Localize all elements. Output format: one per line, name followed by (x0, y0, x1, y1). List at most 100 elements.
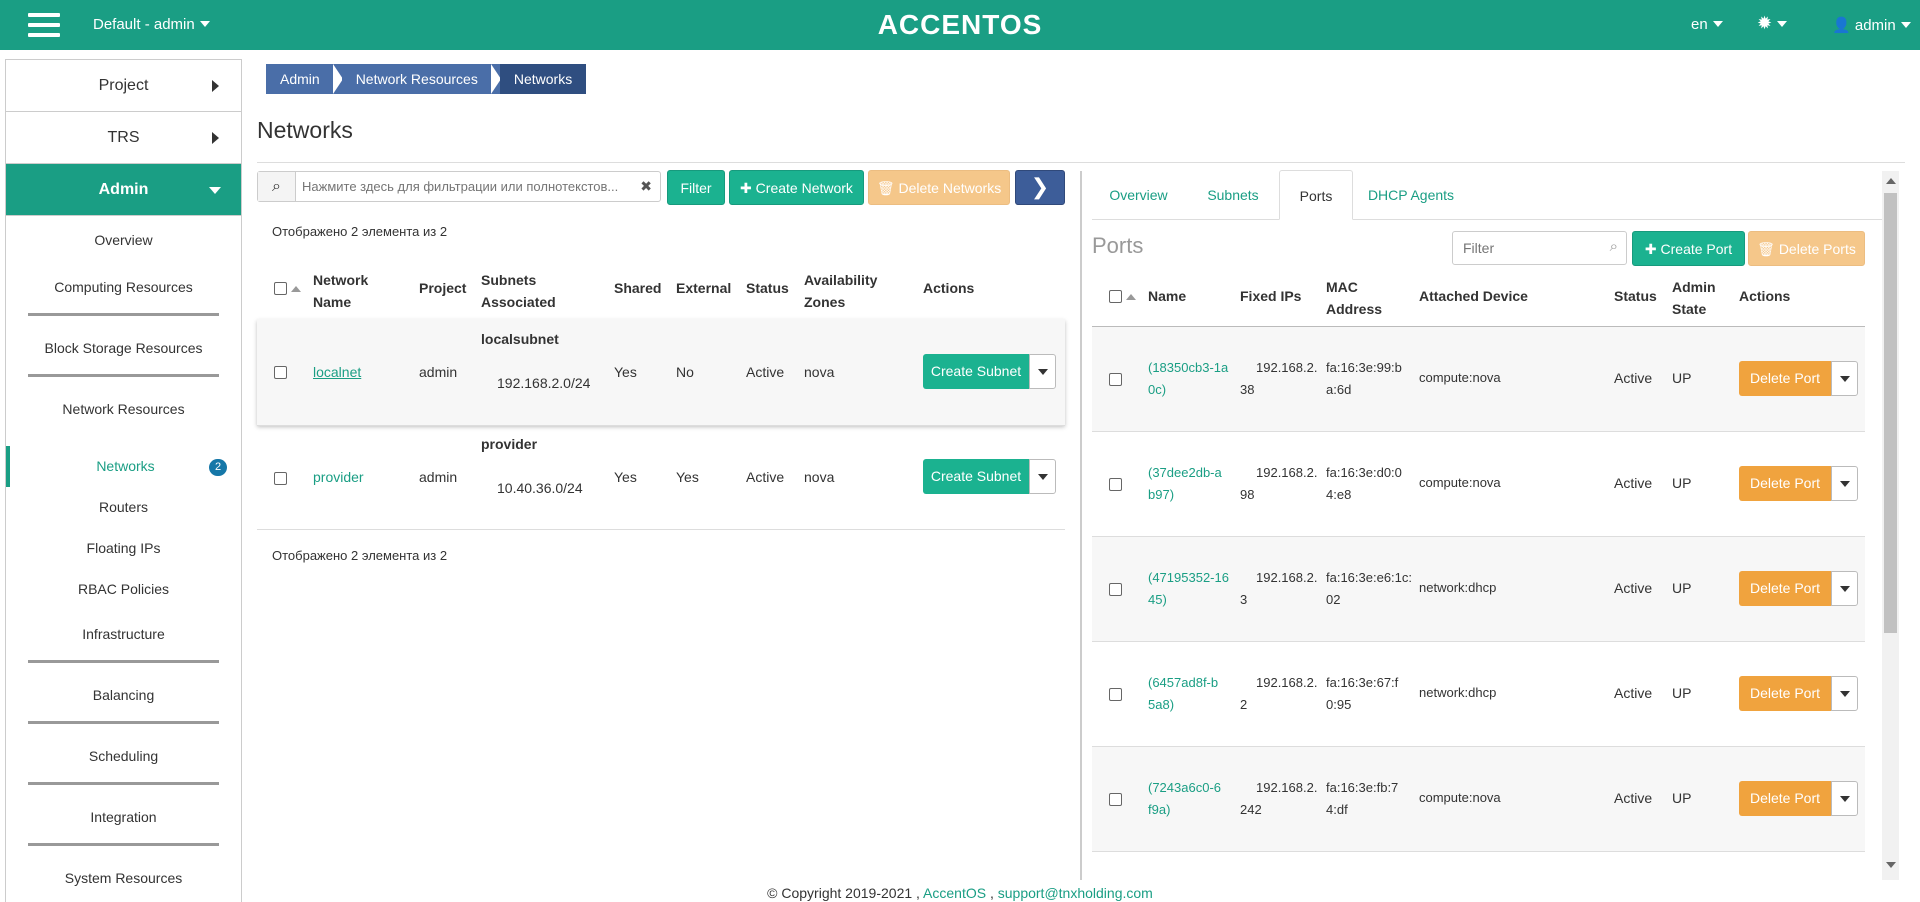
sidebar-item-integration[interactable]: Integration (6, 793, 241, 854)
column-header-shared[interactable]: Shared (614, 280, 661, 296)
port-name-link[interactable]: (6457ad8f-b 5a8) (1148, 672, 1218, 716)
row-checkbox[interactable] (1109, 583, 1122, 596)
theme-dropdown[interactable]: ✹ (1757, 13, 1788, 34)
column-header-fixed-ips[interactable]: Fixed IPs (1240, 288, 1301, 304)
row-checkbox[interactable] (1109, 373, 1122, 386)
tab-ports[interactable]: Ports (1279, 170, 1353, 220)
column-header-admin-state[interactable]: Admin State (1672, 276, 1716, 320)
search-box: ⌕ ✖ (257, 171, 661, 202)
trash-icon: 🗑 (876, 180, 899, 196)
status-cell: Active (746, 469, 785, 485)
create-network-button[interactable]: ✚ Create Network (729, 170, 864, 205)
sidebar-item-trs[interactable]: TRS (6, 112, 241, 164)
create-subnet-button[interactable]: Create Subnet (923, 459, 1029, 494)
row-actions-dropdown[interactable] (1831, 781, 1858, 816)
plus-icon: ✚ (740, 180, 756, 196)
create-port-label: Create Port (1660, 241, 1733, 257)
scroll-down-icon[interactable] (1886, 862, 1896, 868)
top-bar: Default - admin ACCENTOS en ✹ 👤 admin (0, 0, 1920, 50)
close-icon[interactable]: ✖ (640, 178, 652, 195)
row-actions-dropdown[interactable] (1029, 354, 1056, 389)
sidebar-item-rbac-policies[interactable]: RBAC Policies (6, 569, 241, 610)
sidebar-item-networks[interactable]: Networks 2 (6, 446, 241, 487)
row-actions-dropdown[interactable] (1831, 466, 1858, 501)
sidebar-item-infrastructure[interactable]: Infrastructure (6, 610, 241, 671)
search-icon[interactable]: ⌕ (1610, 238, 1618, 255)
sidebar-item-project[interactable]: Project (6, 60, 241, 112)
name-line: (18350cb3-1a (1148, 360, 1229, 375)
sidebar-item-floating-ips[interactable]: Floating IPs (6, 528, 241, 569)
sidebar-item-label: Networks (96, 458, 155, 474)
ports-filter-input[interactable] (1463, 240, 1593, 256)
create-subnet-button[interactable]: Create Subnet (923, 354, 1029, 389)
row-checkbox[interactable] (274, 366, 287, 379)
row-checkbox[interactable] (1109, 478, 1122, 491)
support-email-link[interactable]: support@tnxholding.com (998, 885, 1153, 901)
row-actions-dropdown[interactable] (1831, 676, 1858, 711)
column-header-device[interactable]: Attached Device (1419, 288, 1528, 304)
delete-port-button[interactable]: Delete Port (1739, 781, 1831, 816)
port-name-link[interactable]: (18350cb3-1a 0c) (1148, 357, 1228, 401)
port-name-link[interactable]: (37dee2db-a b97) (1148, 462, 1222, 506)
search-input[interactable] (302, 177, 628, 196)
delete-networks-button[interactable]: 🗑 Delete Networks (868, 170, 1010, 205)
sort-icon[interactable] (1126, 294, 1136, 300)
tab-dhcp-agents[interactable]: DHCP Agents (1356, 170, 1466, 220)
sidebar-item-overview[interactable]: Overview (6, 216, 241, 263)
breadcrumb-admin[interactable]: Admin (266, 64, 343, 94)
column-header-subnets[interactable]: Subnets Associated (481, 269, 556, 313)
sidebar-item-network-resources[interactable]: Network Resources (6, 385, 241, 446)
sidebar-item-block-storage[interactable]: Block Storage Resources (6, 324, 241, 385)
device-cell: network:dhcp (1419, 580, 1497, 595)
delete-port-button[interactable]: Delete Port (1739, 466, 1831, 501)
row-actions-dropdown[interactable] (1029, 459, 1056, 494)
select-all-checkbox[interactable] (274, 282, 287, 295)
tab-overview[interactable]: Overview (1092, 170, 1185, 220)
column-header-name[interactable]: Name (1148, 288, 1186, 304)
search-icon[interactable]: ⌕ (258, 172, 296, 201)
user-dropdown[interactable]: 👤 admin (1832, 16, 1911, 34)
tab-subnets[interactable]: Subnets (1188, 170, 1278, 220)
row-checkbox[interactable] (1109, 688, 1122, 701)
row-checkbox[interactable] (1109, 793, 1122, 806)
column-header-name[interactable]: Network Name (313, 269, 368, 313)
select-all-checkbox[interactable] (1109, 290, 1122, 303)
sidebar-item-routers[interactable]: Routers (6, 487, 241, 528)
column-header-mac[interactable]: MAC Address (1326, 276, 1382, 320)
sidebar-item-computing-resources[interactable]: Computing Resources (6, 263, 241, 324)
delete-port-button[interactable]: Delete Port (1739, 571, 1831, 606)
admin-state-cell: UP (1672, 790, 1692, 806)
scroll-up-icon[interactable] (1886, 178, 1896, 184)
breadcrumb-network-resources[interactable]: Network Resources (341, 64, 501, 94)
delete-ports-button[interactable]: 🗑 Delete Ports (1748, 231, 1865, 266)
sidebar-item-label: System Resources (64, 870, 183, 886)
delete-port-button[interactable]: Delete Port (1739, 361, 1831, 396)
divider (257, 425, 1065, 426)
column-header-az[interactable]: Availability Zones (804, 269, 877, 313)
column-header-status[interactable]: Status (746, 280, 789, 296)
row-actions-dropdown[interactable] (1831, 361, 1858, 396)
port-name-link[interactable]: (7243a6c0-6 f9a) (1148, 777, 1221, 821)
column-header-project[interactable]: Project (419, 280, 466, 296)
create-port-button[interactable]: ✚ Create Port (1632, 231, 1745, 266)
sidebar-item-scheduling[interactable]: Scheduling (6, 732, 241, 793)
language-dropdown[interactable]: en (1691, 16, 1723, 33)
row-checkbox[interactable] (274, 472, 287, 485)
network-name-link[interactable]: provider (313, 469, 364, 485)
port-name-link[interactable]: (47195352-16 45) (1148, 567, 1229, 611)
sidebar-item-admin[interactable]: Admin (6, 164, 241, 216)
row-actions-dropdown[interactable] (1831, 571, 1858, 606)
network-name-link[interactable]: localnet (313, 364, 361, 380)
project-context-dropdown[interactable]: Default - admin (93, 16, 210, 33)
column-header-status[interactable]: Status (1614, 288, 1657, 304)
expand-panel-button[interactable]: ❯ (1015, 170, 1065, 205)
delete-port-button[interactable]: Delete Port (1739, 676, 1831, 711)
column-header-external[interactable]: External (676, 280, 731, 296)
menu-icon[interactable] (28, 13, 60, 37)
ip-line: 242 (1240, 802, 1262, 817)
filter-button[interactable]: Filter (667, 170, 725, 205)
sidebar-item-balancing[interactable]: Balancing (6, 671, 241, 732)
brand-link[interactable]: AccentOS (923, 885, 986, 901)
scrollbar-thumb[interactable] (1884, 193, 1897, 633)
sort-icon[interactable] (291, 286, 301, 292)
